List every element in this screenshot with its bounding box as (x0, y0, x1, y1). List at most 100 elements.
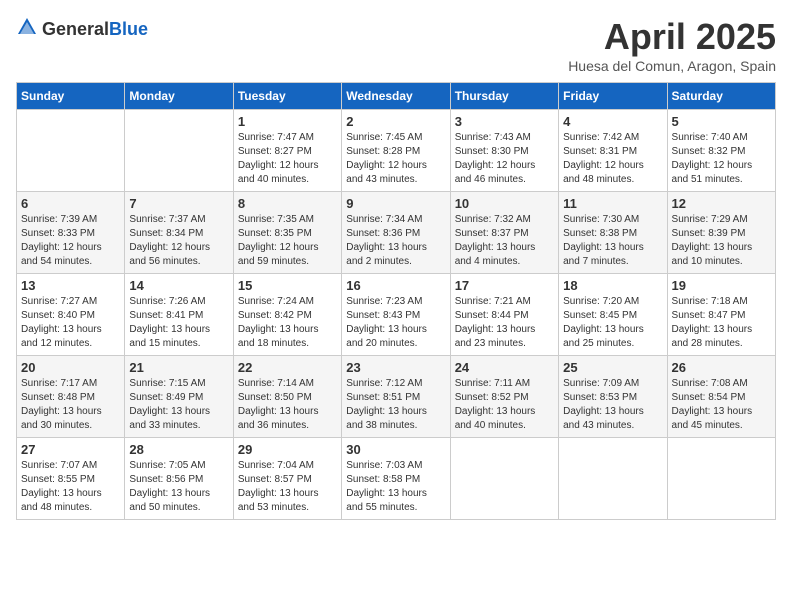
day-number: 15 (238, 278, 337, 293)
day-number: 7 (129, 196, 228, 211)
day-cell-18: 18 Sunrise: 7:20 AMSunset: 8:45 PMDayligh… (559, 274, 667, 356)
day-detail: Sunrise: 7:24 AMSunset: 8:42 PMDaylight:… (238, 295, 337, 351)
empty-cell (559, 438, 667, 520)
day-number: 10 (455, 196, 554, 211)
day-number: 1 (238, 114, 337, 129)
day-detail: Sunrise: 7:20 AMSunset: 8:45 PMDaylight:… (563, 295, 662, 351)
day-number: 8 (238, 196, 337, 211)
day-cell-9: 9 Sunrise: 7:34 AMSunset: 8:36 PMDaylight… (342, 192, 450, 274)
day-cell-3: 3Sunrise: 7:43 AMSunset: 8:30 PMDaylight… (450, 110, 558, 192)
day-cell-11: 11Sunrise: 7:30 AMSunset: 8:38 PMDayligh… (559, 192, 667, 274)
day-cell-23: 23Sunrise: 7:12 AMSunset: 8:51 PMDayligh… (342, 356, 450, 438)
day-number: 11 (563, 196, 662, 211)
empty-cell (125, 110, 233, 192)
day-number: 27 (21, 442, 120, 457)
day-header-friday: Friday (559, 83, 667, 110)
week-row-1: 1 Sunrise: 7:47 AMSunset: 8:27 PMDaylight… (17, 110, 776, 192)
logo-text: GeneralBlue (42, 19, 148, 40)
day-number: 3 (455, 114, 554, 129)
day-detail: Sunrise: 7:05 AMSunset: 8:56 PMDaylight:… (129, 459, 228, 515)
day-number: 13 (21, 278, 120, 293)
day-number: 17 (455, 278, 554, 293)
week-row-3: 13 Sunrise: 7:27 AMSunset: 8:40 PMDayligh… (17, 274, 776, 356)
day-header-sunday: Sunday (17, 83, 125, 110)
day-cell-26: 26Sunrise: 7:08 AMSunset: 8:54 PMDayligh… (667, 356, 775, 438)
day-cell-21: 21 Sunrise: 7:15 AMSunset: 8:49 PMDayligh… (125, 356, 233, 438)
empty-cell (17, 110, 125, 192)
day-detail: Sunrise: 7:27 AMSunset: 8:40 PMDaylight:… (21, 295, 120, 351)
empty-cell (667, 438, 775, 520)
day-detail: Sunrise: 7:09 AMSunset: 8:53 PMDaylight:… (563, 377, 662, 433)
month-title: April 2025 (568, 16, 776, 58)
day-detail: Sunrise: 7:23 AMSunset: 8:43 PMDaylight:… (346, 295, 445, 351)
day-number: 28 (129, 442, 228, 457)
day-cell-22: 22Sunrise: 7:14 AMSunset: 8:50 PMDayligh… (233, 356, 341, 438)
day-detail: Sunrise: 7:17 AMSunset: 8:48 PMDaylight:… (21, 377, 120, 433)
day-cell-25: 25 Sunrise: 7:09 AMSunset: 8:53 PMDayligh… (559, 356, 667, 438)
day-number: 30 (346, 442, 445, 457)
day-number: 18 (563, 278, 662, 293)
day-cell-15: 15 Sunrise: 7:24 AMSunset: 8:42 PMDayligh… (233, 274, 341, 356)
day-number: 12 (672, 196, 771, 211)
day-number: 2 (346, 114, 445, 129)
day-cell-16: 16 Sunrise: 7:23 AMSunset: 8:43 PMDayligh… (342, 274, 450, 356)
day-detail: Sunrise: 7:15 AMSunset: 8:49 PMDaylight:… (129, 377, 228, 433)
day-cell-10: 10 Sunrise: 7:32 AMSunset: 8:37 PMDayligh… (450, 192, 558, 274)
day-header-tuesday: Tuesday (233, 83, 341, 110)
logo: GeneralBlue (16, 16, 148, 43)
day-number: 19 (672, 278, 771, 293)
week-row-4: 20 Sunrise: 7:17 AMSunset: 8:48 PMDayligh… (17, 356, 776, 438)
day-detail: Sunrise: 7:40 AMSunset: 8:32 PMDaylight:… (672, 131, 771, 187)
day-detail: Sunrise: 7:47 AMSunset: 8:27 PMDaylight:… (238, 131, 337, 187)
day-cell-4: 4Sunrise: 7:42 AMSunset: 8:31 PMDaylight… (559, 110, 667, 192)
day-detail: Sunrise: 7:37 AMSunset: 8:34 PMDaylight:… (129, 213, 228, 269)
day-number: 24 (455, 360, 554, 375)
title-area: April 2025 Huesa del Comun, Aragon, Spai… (568, 16, 776, 74)
day-detail: Sunrise: 7:29 AMSunset: 8:39 PMDaylight:… (672, 213, 771, 269)
day-cell-14: 14Sunrise: 7:26 AMSunset: 8:41 PMDayligh… (125, 274, 233, 356)
logo-blue-text: Blue (109, 19, 148, 39)
day-number: 25 (563, 360, 662, 375)
day-cell-1: 1 Sunrise: 7:47 AMSunset: 8:27 PMDaylight… (233, 110, 341, 192)
day-detail: Sunrise: 7:11 AMSunset: 8:52 PMDaylight:… (455, 377, 554, 433)
day-header-thursday: Thursday (450, 83, 558, 110)
day-detail: Sunrise: 7:34 AMSunset: 8:36 PMDaylight:… (346, 213, 445, 269)
day-number: 6 (21, 196, 120, 211)
day-detail: Sunrise: 7:35 AMSunset: 8:35 PMDaylight:… (238, 213, 337, 269)
calendar-table: SundayMondayTuesdayWednesdayThursdayFrid… (16, 82, 776, 520)
day-cell-12: 12 Sunrise: 7:29 AMSunset: 8:39 PMDayligh… (667, 192, 775, 274)
day-number: 14 (129, 278, 228, 293)
day-number: 16 (346, 278, 445, 293)
day-header-saturday: Saturday (667, 83, 775, 110)
day-detail: Sunrise: 7:32 AMSunset: 8:37 PMDaylight:… (455, 213, 554, 269)
week-row-2: 6 Sunrise: 7:39 AMSunset: 8:33 PMDaylight… (17, 192, 776, 274)
day-detail: Sunrise: 7:07 AMSunset: 8:55 PMDaylight:… (21, 459, 120, 515)
day-detail: Sunrise: 7:08 AMSunset: 8:54 PMDaylight:… (672, 377, 771, 433)
page-container: GeneralBlue April 2025 Huesa del Comun, … (16, 16, 776, 520)
day-header-wednesday: Wednesday (342, 83, 450, 110)
day-number: 20 (21, 360, 120, 375)
day-detail: Sunrise: 7:39 AMSunset: 8:33 PMDaylight:… (21, 213, 120, 269)
day-cell-24: 24 Sunrise: 7:11 AMSunset: 8:52 PMDayligh… (450, 356, 558, 438)
day-detail: Sunrise: 7:18 AMSunset: 8:47 PMDaylight:… (672, 295, 771, 351)
day-cell-20: 20 Sunrise: 7:17 AMSunset: 8:48 PMDayligh… (17, 356, 125, 438)
day-cell-7: 7 Sunrise: 7:37 AMSunset: 8:34 PMDaylight… (125, 192, 233, 274)
day-number: 9 (346, 196, 445, 211)
day-cell-5: 5 Sunrise: 7:40 AMSunset: 8:32 PMDaylight… (667, 110, 775, 192)
day-detail: Sunrise: 7:14 AMSunset: 8:50 PMDaylight:… (238, 377, 337, 433)
logo-general-text: General (42, 19, 109, 39)
location-title: Huesa del Comun, Aragon, Spain (568, 58, 776, 74)
day-number: 5 (672, 114, 771, 129)
day-cell-29: 29Sunrise: 7:04 AMSunset: 8:57 PMDayligh… (233, 438, 341, 520)
day-detail: Sunrise: 7:04 AMSunset: 8:57 PMDaylight:… (238, 459, 337, 515)
day-cell-6: 6 Sunrise: 7:39 AMSunset: 8:33 PMDaylight… (17, 192, 125, 274)
day-number: 4 (563, 114, 662, 129)
day-cell-17: 17Sunrise: 7:21 AMSunset: 8:44 PMDayligh… (450, 274, 558, 356)
day-cell-27: 27 Sunrise: 7:07 AMSunset: 8:55 PMDayligh… (17, 438, 125, 520)
day-cell-19: 19 Sunrise: 7:18 AMSunset: 8:47 PMDayligh… (667, 274, 775, 356)
day-number: 21 (129, 360, 228, 375)
day-detail: Sunrise: 7:12 AMSunset: 8:51 PMDaylight:… (346, 377, 445, 433)
empty-cell (450, 438, 558, 520)
header: GeneralBlue April 2025 Huesa del Comun, … (16, 16, 776, 74)
day-header-monday: Monday (125, 83, 233, 110)
